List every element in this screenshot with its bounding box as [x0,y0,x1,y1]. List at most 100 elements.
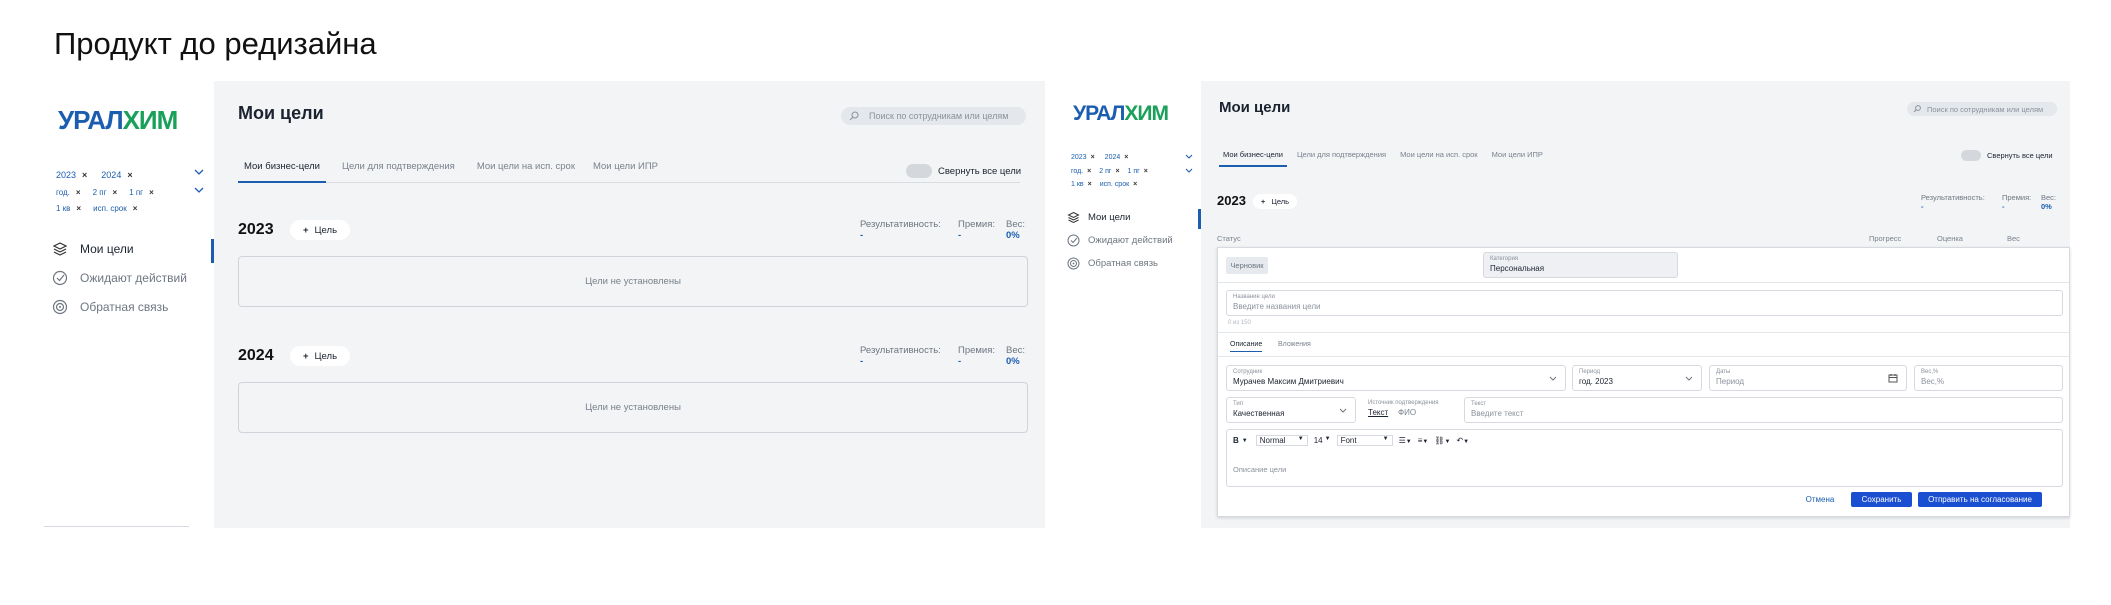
filter-chip[interactable]: 1 кв × [56,201,81,217]
add-goal-button[interactable]: + Цель [1253,194,1297,209]
nav-item-pending[interactable]: Ожидают действий [52,270,187,286]
category-field[interactable]: Категория Персональная [1483,252,1678,278]
logo[interactable]: УРАЛХИМ [1073,102,1169,126]
remove-icon[interactable]: × [82,167,87,183]
text-field[interactable]: Текст Введите текст [1464,397,2063,423]
toggle-switch[interactable] [1961,150,1981,161]
remove-icon[interactable]: × [1088,178,1092,191]
remove-icon[interactable]: × [76,185,81,201]
tab-idp[interactable]: Мои цели ИПР [587,161,664,182]
filter-row-years: 2023 × 2024 × [1071,151,1148,164]
chevron-down-icon[interactable] [194,169,204,175]
style-select[interactable]: Normal ▼ [1255,435,1308,446]
tab-business-goals[interactable]: Мои бизнес-цели [238,161,326,183]
remove-icon[interactable]: × [149,185,154,201]
link-icon[interactable]: ⛓▼ [1434,436,1450,445]
bold-button[interactable]: B [1233,436,1239,445]
filter-chip[interactable]: 2023 × [1071,151,1095,164]
list-icon[interactable]: ☰▼ [1399,436,1412,445]
collapse-all-toggle[interactable]: Свернуть все цели [1961,150,2053,161]
remove-icon[interactable]: × [133,201,138,217]
filter-chip[interactable]: 2024 × [101,167,132,183]
tab-attachments[interactable]: Вложения [1278,341,1311,348]
goal-name-field[interactable]: Название цели Введите названия цели [1226,290,2063,316]
search-input[interactable]: Поиск по сотрудникам или целям [1907,102,2057,116]
rich-text-editor[interactable]: B ▼ Normal ▼ 14 ▼ Font ▼ ☰▼ ≡▼ ⛓▼ ↶▼ Описани… [1226,429,2063,487]
tab-idp[interactable]: Мои цели ИПР [1488,150,1547,167]
collapse-all-toggle[interactable]: Свернуть все цели [906,164,1021,178]
filter-chip[interactable]: 2 пг × [93,185,118,201]
save-button[interactable]: Сохранить [1851,492,1912,507]
nav-item-my-goals[interactable]: Мои цели [52,241,134,257]
filter-chip[interactable]: исп. срок × [1100,178,1138,191]
filter-chip[interactable]: 1 пг × [1128,165,1148,178]
weight-stat: Вес: 0% [1006,345,1026,367]
filter-row-quarters: 1 кв × исп. срок × [1071,178,1148,191]
search-icon [849,111,859,121]
align-icon[interactable]: ≡▼ [1418,436,1429,445]
remove-icon[interactable]: × [1115,165,1119,178]
cancel-button[interactable]: Отмена [1798,492,1842,507]
tab-probation[interactable]: Мои цели на исп. срок [1396,150,1482,167]
tab-business-goals[interactable]: Мои бизнес-цели [1219,150,1287,167]
remove-icon[interactable]: × [1144,165,1148,178]
nav-item-pending[interactable]: Ожидают действий [1067,234,1173,247]
source-option-text[interactable]: Текст [1368,408,1388,417]
filter-chips: 2023 × 2024 × год. × 2 пг × 1 пг × 1 кв × исп.… [1071,151,1148,191]
remove-icon[interactable]: × [113,185,118,201]
search-input[interactable]: Поиск по сотрудникам или целям [841,107,1026,125]
empty-goals-box: Цели не установлены [238,382,1028,433]
logo[interactable]: УРАЛХИМ [58,105,178,136]
weight-field[interactable]: Вес,% Вес,% [1914,365,2063,391]
dates-field[interactable]: Даты Период [1709,365,1907,391]
remove-icon[interactable]: × [1133,178,1137,191]
period-select[interactable]: Период год. 2023 [1572,365,1702,391]
filter-chips: 2023 × 2024 × год. × 2 пг × 1 пг × 1 кв × исп.… [56,167,154,217]
search-icon [1913,105,1921,113]
toggle-switch[interactable] [906,164,932,178]
remove-icon[interactable]: × [127,167,132,183]
size-select[interactable]: 14 ▼ [1314,436,1331,445]
filter-chip[interactable]: год. × [1071,165,1091,178]
remove-icon[interactable]: × [76,201,81,217]
remove-icon[interactable]: × [1124,151,1128,164]
nav-item-my-goals[interactable]: Мои цели [1067,211,1130,224]
column-weight: Вес [2007,234,2020,243]
employee-select[interactable]: Сотрудник Мурачев Максим Дмитриевич [1226,365,1566,391]
filter-chip[interactable]: исп. срок × [93,201,137,217]
main-title: Мои цели [1219,99,1291,116]
undo-icon[interactable]: ↶▼ [1456,436,1469,445]
tab-confirmation[interactable]: Цели для подтверждения [336,161,461,182]
filter-chip[interactable]: 2023 × [56,167,87,183]
nav-item-feedback[interactable]: Обратная связь [1067,257,1158,270]
filter-chip[interactable]: 2024 × [1105,151,1129,164]
result-stat: Результативность: - [860,345,941,367]
tab-description[interactable]: Описание [1230,341,1263,352]
main-title: Мои цели [238,103,324,123]
remove-icon[interactable]: × [1087,165,1091,178]
chevron-down-icon[interactable] [1185,154,1193,159]
chevron-down-icon[interactable] [1185,168,1193,173]
filter-chip[interactable]: год. × [56,185,81,201]
font-select[interactable]: Font ▼ [1336,435,1393,446]
filter-row-quarters: 1 кв × исп. срок × [56,201,154,217]
add-goal-button[interactable]: + Цель [290,346,350,366]
sidebar: УРАЛХИМ 2023 × 2024 × год. × 2 пг × 1 пг × 1 … [1061,81,1201,528]
divider [1218,332,2069,333]
tabs: Мои бизнес-цели Цели для подтверждения М… [1219,150,2065,167]
nav-item-feedback[interactable]: Обратная связь [52,299,168,315]
source-option-name[interactable]: ФИО [1398,408,1416,417]
remove-icon[interactable]: × [1091,151,1095,164]
filter-chip[interactable]: 2 пг × [1099,165,1119,178]
submit-approval-button[interactable]: Отправить на согласование [1918,492,2042,507]
chevron-down-icon[interactable] [194,187,204,193]
filter-chip[interactable]: 1 кв × [1071,178,1092,191]
add-goal-button[interactable]: + Цель [290,220,350,240]
tab-probation[interactable]: Мои цели на исп. срок [471,161,581,182]
tab-confirmation[interactable]: Цели для подтверждения [1293,150,1390,167]
calendar-icon [1888,374,1898,383]
sidebar: УРАЛХИМ 2023 × 2024 × год. × 2 пг × 1 пг × 1 … [44,81,214,528]
type-select[interactable]: Тип Качественная [1226,397,1356,423]
filter-chip[interactable]: 1 пг × [129,185,154,201]
status-badge: Черновик [1226,257,1268,274]
